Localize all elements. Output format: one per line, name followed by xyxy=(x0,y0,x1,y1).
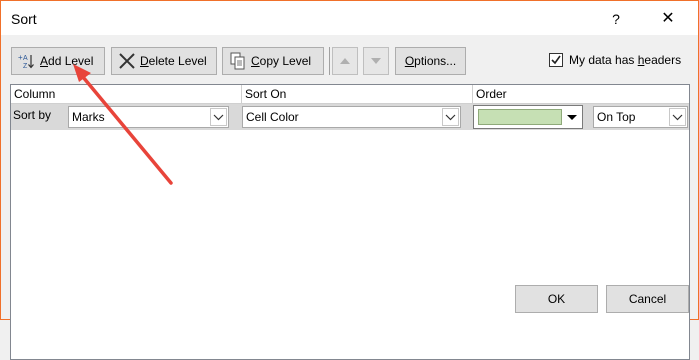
sort-dialog: Sort ? ✕ + A Z Add Level Delete Level Co… xyxy=(0,0,699,360)
annotation-arrow-icon xyxy=(73,64,173,185)
